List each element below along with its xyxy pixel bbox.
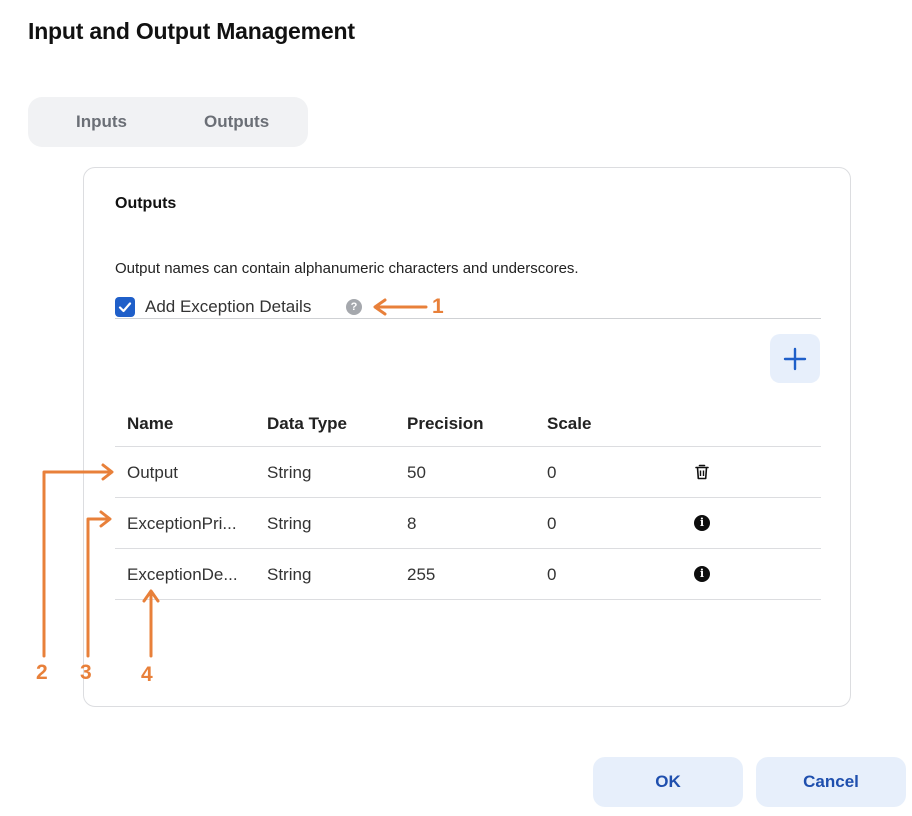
callout-label-2: 2 xyxy=(36,661,48,684)
panel-description: Output names can contain alphanumeric ch… xyxy=(115,260,579,277)
table-row[interactable]: ExceptionPri... String 8 0 i xyxy=(115,498,821,549)
cell-scale[interactable]: 0 xyxy=(547,565,556,585)
cell-scale[interactable]: 0 xyxy=(547,463,556,483)
add-exception-details-label[interactable]: Add Exception Details xyxy=(145,297,311,317)
info-icon[interactable]: i xyxy=(694,515,710,531)
outputs-table: Name Data Type Precision Scale Output St… xyxy=(115,400,821,600)
help-icon[interactable]: ? xyxy=(346,299,362,315)
check-icon xyxy=(118,302,132,313)
trash-icon[interactable] xyxy=(694,464,710,480)
outputs-panel: Outputs Output names can contain alphanu… xyxy=(83,167,851,707)
panel-title: Outputs xyxy=(115,195,177,212)
cell-scale[interactable]: 0 xyxy=(547,514,556,534)
cell-data-type[interactable]: String xyxy=(267,463,311,483)
ok-button[interactable]: OK xyxy=(593,757,743,807)
add-exception-details-checkbox[interactable] xyxy=(115,297,135,317)
tab-inputs[interactable]: Inputs xyxy=(76,112,127,132)
header-name: Name xyxy=(127,414,174,433)
cell-name[interactable]: ExceptionDe... xyxy=(127,565,238,585)
header-precision: Precision xyxy=(407,414,484,433)
exception-details-row: Add Exception Details ? xyxy=(115,296,821,319)
tab-outputs[interactable]: Outputs xyxy=(204,112,269,132)
callout-label-3: 3 xyxy=(80,661,92,684)
header-data-type: Data Type xyxy=(267,414,347,433)
cancel-button[interactable]: Cancel xyxy=(756,757,906,807)
cell-precision[interactable]: 8 xyxy=(407,514,416,534)
cell-name[interactable]: Output xyxy=(127,463,178,483)
cell-data-type[interactable]: String xyxy=(267,514,311,534)
table-row[interactable]: Output String 50 0 xyxy=(115,447,821,498)
table-header: Name Data Type Precision Scale xyxy=(115,400,821,447)
cell-data-type[interactable]: String xyxy=(267,565,311,585)
table-row[interactable]: ExceptionDe... String 255 0 i xyxy=(115,549,821,600)
dialog-title: Input and Output Management xyxy=(28,18,355,44)
plus-icon xyxy=(783,347,807,370)
cell-name[interactable]: ExceptionPri... xyxy=(127,514,237,534)
cell-precision[interactable]: 50 xyxy=(407,463,426,483)
info-icon[interactable]: i xyxy=(694,566,710,582)
header-scale: Scale xyxy=(547,414,592,433)
callout-label-4: 4 xyxy=(141,663,153,686)
tab-bar: Inputs Outputs xyxy=(28,97,308,147)
callout-label-1: 1 xyxy=(432,295,444,318)
cell-precision[interactable]: 255 xyxy=(407,565,435,585)
add-output-button[interactable] xyxy=(770,334,820,383)
